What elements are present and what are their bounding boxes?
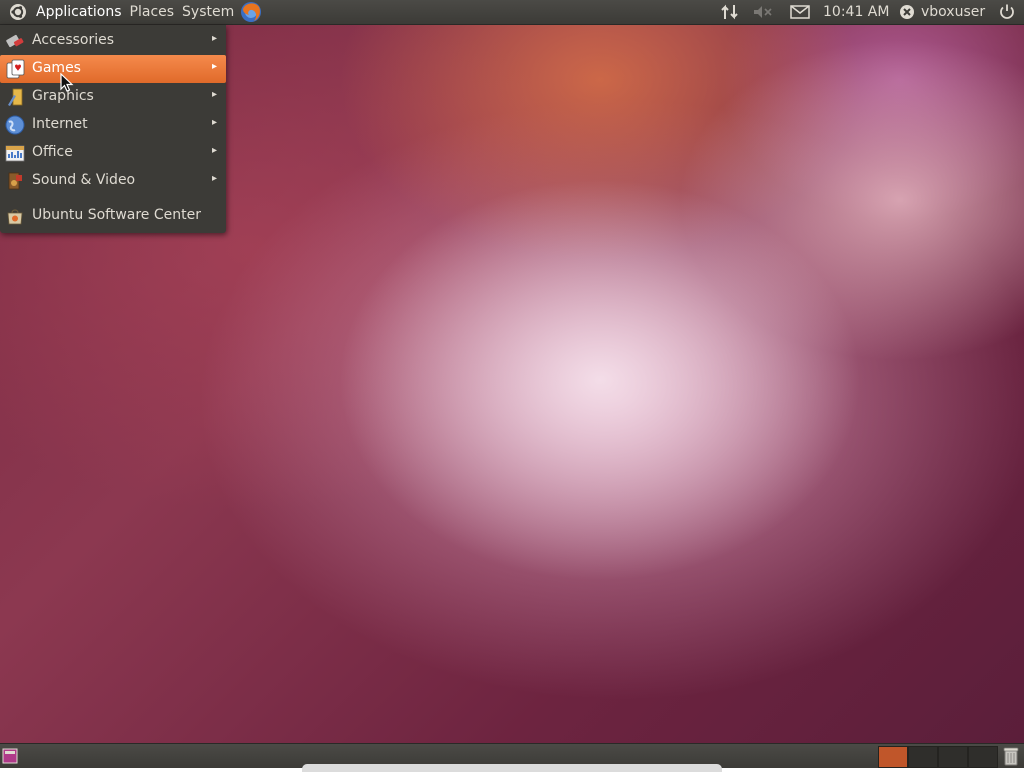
places-menu-button[interactable]: Places [126, 0, 179, 24]
internet-icon [5, 115, 25, 135]
office-icon [5, 143, 25, 163]
submenu-arrow-icon: ▸ [212, 61, 218, 72]
mail-icon[interactable] [790, 0, 810, 24]
software-center-icon [5, 206, 25, 226]
games-icon [5, 59, 25, 79]
menu-item-accessories[interactable]: Accessories ▸ [0, 27, 226, 55]
dock-tab [302, 764, 722, 772]
menu-item-label: Ubuntu Software Center [32, 207, 201, 223]
system-menu-button[interactable]: System [178, 0, 238, 24]
graphics-icon [5, 87, 25, 107]
menu-item-sound-video[interactable]: Sound & Video ▸ [0, 167, 226, 195]
menu-item-label: Internet [32, 116, 88, 132]
menu-item-label: Accessories [32, 32, 115, 48]
firefox-launcher-icon[interactable] [238, 0, 266, 24]
sound-video-icon [5, 171, 25, 191]
top-panel: Applications Places System 10:41 AM vbox… [0, 0, 1024, 24]
menu-item-internet[interactable]: Internet ▸ [0, 111, 226, 139]
mouse-cursor-icon [60, 73, 74, 92]
workspace-3[interactable] [938, 746, 968, 768]
clock[interactable]: 10:41 AM [823, 0, 889, 24]
menu-item-label: Sound & Video [32, 172, 136, 188]
submenu-arrow-icon: ▸ [212, 145, 218, 156]
power-icon[interactable] [998, 0, 1016, 24]
accessories-icon [5, 31, 25, 51]
trash-icon[interactable] [1002, 746, 1020, 770]
user-status-icon[interactable] [898, 0, 916, 24]
applications-dropdown-menu: Accessories ▸ Games ▸ Graphics ▸ Interne… [0, 25, 226, 233]
ubuntu-logo-icon[interactable] [4, 0, 32, 24]
menu-item-games[interactable]: Games ▸ [0, 55, 226, 83]
menu-item-ubuntu-software-center[interactable]: Ubuntu Software Center [0, 202, 226, 230]
applications-menu-button[interactable]: Applications [32, 0, 126, 24]
submenu-arrow-icon: ▸ [212, 89, 218, 100]
submenu-arrow-icon: ▸ [212, 117, 218, 128]
user-name[interactable]: vboxuser [921, 0, 985, 24]
submenu-arrow-icon: ▸ [212, 173, 218, 184]
volume-muted-icon[interactable] [752, 0, 774, 24]
menu-item-office[interactable]: Office ▸ [0, 139, 226, 167]
workspace-1[interactable] [878, 746, 908, 768]
workspace-2[interactable] [908, 746, 938, 768]
network-icon[interactable] [720, 0, 740, 24]
workspace-4[interactable] [968, 746, 998, 768]
menu-item-graphics[interactable]: Graphics ▸ [0, 83, 226, 111]
show-desktop-icon[interactable] [2, 748, 18, 768]
submenu-arrow-icon: ▸ [212, 33, 218, 44]
menu-item-label: Office [32, 144, 73, 160]
